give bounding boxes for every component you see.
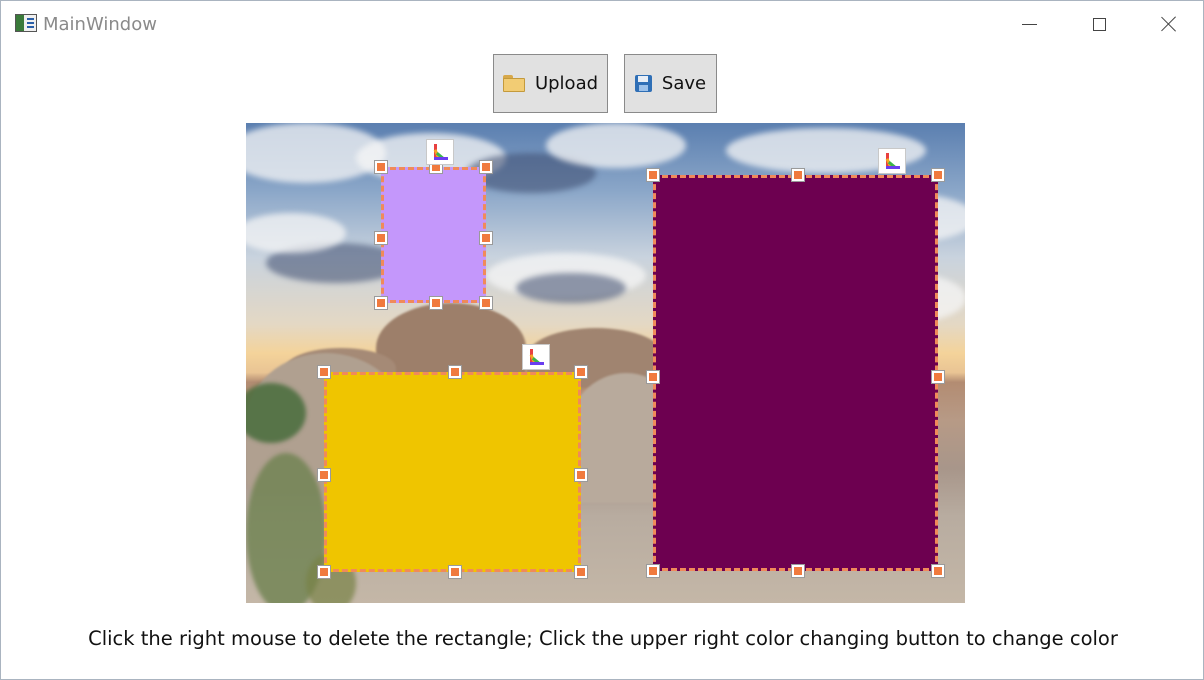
resize-handle-right[interactable] xyxy=(480,232,492,244)
resize-handle-bottom[interactable] xyxy=(792,565,804,577)
floppy-disk-icon xyxy=(634,75,652,92)
resize-handle-top-right[interactable] xyxy=(932,169,944,181)
resize-handle-bottom-left[interactable] xyxy=(647,565,659,577)
resize-handle-bottom-right[interactable] xyxy=(932,565,944,577)
resize-handle-top[interactable] xyxy=(792,169,804,181)
resize-handle-right[interactable] xyxy=(932,371,944,383)
resize-handle-top-left[interactable] xyxy=(647,169,659,181)
resize-handle-bottom[interactable] xyxy=(430,297,442,309)
save-button[interactable]: Save xyxy=(624,54,717,113)
maximize-button[interactable] xyxy=(1065,1,1133,47)
resize-handle-bottom-right[interactable] xyxy=(575,566,587,578)
resize-handle-top[interactable] xyxy=(449,366,461,378)
instructions-text: Click the right mouse to delete the rect… xyxy=(88,627,1118,650)
close-icon xyxy=(1161,16,1177,32)
rectangle-lavender[interactable] xyxy=(375,161,492,309)
maximize-icon xyxy=(1092,17,1106,31)
resize-handle-bottom[interactable] xyxy=(449,566,461,578)
resize-handle-bottom-left[interactable] xyxy=(375,297,387,309)
resize-handle-bottom-right[interactable] xyxy=(480,297,492,309)
palette-icon xyxy=(529,349,544,365)
resize-handle-right[interactable] xyxy=(575,469,587,481)
rectangle-plum[interactable] xyxy=(647,169,944,577)
resize-handle-top-right[interactable] xyxy=(480,161,492,173)
resize-handle-top-left[interactable] xyxy=(318,366,330,378)
close-button[interactable] xyxy=(1135,1,1203,47)
upload-button-label: Upload xyxy=(534,73,599,94)
minimize-icon xyxy=(1021,23,1037,25)
minimize-button[interactable] xyxy=(995,1,1063,47)
resize-handle-top-right[interactable] xyxy=(575,366,587,378)
image-canvas[interactable] xyxy=(246,123,965,603)
change-color-button[interactable] xyxy=(878,148,906,174)
title-bar[interactable]: MainWindow xyxy=(1,1,1203,47)
resize-handle-left[interactable] xyxy=(375,232,387,244)
app-icon xyxy=(15,14,37,32)
resize-handle-left[interactable] xyxy=(647,371,659,383)
save-button-label: Save xyxy=(661,73,707,94)
palette-icon xyxy=(885,153,900,169)
change-color-button[interactable] xyxy=(426,139,454,165)
upload-button[interactable]: Upload xyxy=(493,54,608,113)
main-window: MainWindow Upload Save Click the right m… xyxy=(0,0,1204,680)
resize-handle-bottom-left[interactable] xyxy=(318,566,330,578)
resize-handle-left[interactable] xyxy=(318,469,330,481)
palette-icon xyxy=(433,144,448,160)
rectangle-gold[interactable] xyxy=(318,366,587,578)
change-color-button[interactable] xyxy=(522,344,550,370)
window-title: MainWindow xyxy=(43,14,157,35)
resize-handle-top-left[interactable] xyxy=(375,161,387,173)
folder-icon xyxy=(502,75,525,92)
